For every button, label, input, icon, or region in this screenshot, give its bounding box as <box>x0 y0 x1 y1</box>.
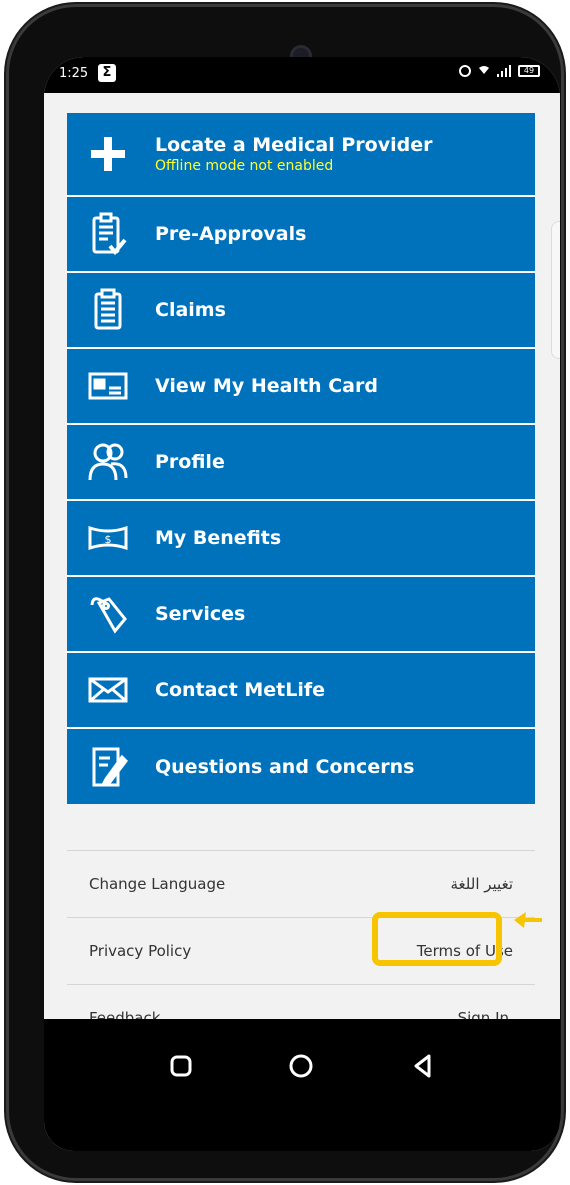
menu-item-label: Services <box>155 603 246 625</box>
menu-item-pre-approvals[interactable]: Pre-Approvals <box>67 197 535 273</box>
id-card-icon <box>83 364 133 408</box>
back-icon[interactable] <box>408 1051 438 1081</box>
edit-document-icon <box>83 745 133 789</box>
signal-icon <box>497 65 511 77</box>
home-icon[interactable] <box>286 1051 316 1081</box>
plus-icon <box>83 132 133 176</box>
menu-item-label: Profile <box>155 451 225 473</box>
wifi-icon <box>478 64 490 78</box>
people-icon <box>83 440 133 484</box>
change-language-link[interactable]: Change Language <box>89 875 225 893</box>
menu-item-label: Pre-Approvals <box>155 223 307 245</box>
menu-item-label: Claims <box>155 299 226 321</box>
battery-icon: 49 <box>518 65 540 77</box>
menu-item-label: Contact MetLife <box>155 679 326 701</box>
envelope-icon <box>83 668 133 712</box>
menu-item-health-card[interactable]: View My Health Card <box>67 349 535 425</box>
menu-item-contact[interactable]: Contact MetLife <box>67 653 535 729</box>
menu-list: Locate a Medical Provider Offline mode n… <box>67 113 535 804</box>
screen: 1:25 Σ 49 Locate a Medical Provider Offl… <box>44 57 560 1151</box>
scroll-handle[interactable] <box>551 221 560 359</box>
menu-item-profile[interactable]: Profile <box>67 425 535 501</box>
tag-icon <box>83 592 133 636</box>
alarm-icon <box>459 65 471 77</box>
status-icons: 49 <box>459 64 540 78</box>
recent-apps-icon[interactable] <box>166 1051 196 1081</box>
language-row: Change Language تغيير اللغة <box>67 850 535 917</box>
menu-item-label: View My Health Card <box>155 375 378 397</box>
menu-item-services[interactable]: Services <box>67 577 535 653</box>
phone-frame: 1:25 Σ 49 Locate a Medical Provider Offl… <box>6 4 564 1181</box>
clipboard-icon <box>83 288 133 332</box>
menu-item-label: Locate a Medical Provider <box>155 134 433 156</box>
offline-status-text: Offline mode not enabled <box>155 158 334 174</box>
menu-item-benefits[interactable]: $ My Benefits <box>67 501 535 577</box>
money-icon: $ <box>83 516 133 560</box>
sigma-notification-icon: Σ <box>98 64 116 82</box>
svg-text:$: $ <box>105 533 112 546</box>
privacy-policy-link[interactable]: Privacy Policy <box>89 942 191 960</box>
sign-in-highlight-box <box>372 912 502 966</box>
android-nav-bar <box>44 1019 560 1151</box>
menu-item-locate-provider[interactable]: Locate a Medical Provider Offline mode n… <box>67 113 535 197</box>
menu-item-label: My Benefits <box>155 527 282 549</box>
status-bar: 1:25 Σ 49 <box>44 57 560 93</box>
clipboard-check-icon <box>83 212 133 256</box>
status-time: 1:25 <box>59 66 89 81</box>
menu-item-claims[interactable]: Claims <box>67 273 535 349</box>
arabic-language-link[interactable]: تغيير اللغة <box>451 875 514 893</box>
menu-item-label: Questions and Concerns <box>155 755 415 778</box>
drawer-menu: Locate a Medical Provider Offline mode n… <box>44 93 560 1027</box>
arrow-icon <box>514 912 542 928</box>
menu-item-questions[interactable]: Questions and Concerns <box>67 729 535 804</box>
